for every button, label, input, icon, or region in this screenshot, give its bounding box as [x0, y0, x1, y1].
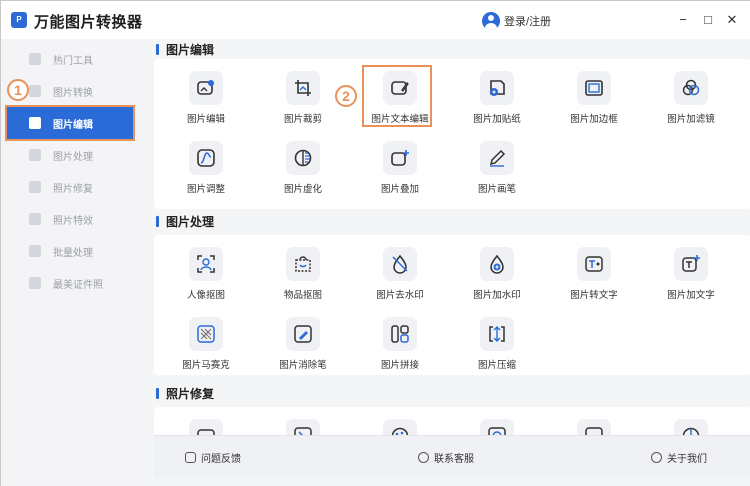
tool-portrait-cutout[interactable]: 人像抠图 — [161, 239, 251, 301]
tool-image-adjust[interactable]: 图片调整 — [161, 133, 251, 195]
object-cutout-icon — [295, 256, 311, 272]
tool-image-overlay[interactable]: 图片叠加 — [355, 133, 445, 195]
login-button[interactable]: 登录/注册 — [482, 11, 551, 31]
tool-image-sticker[interactable]: 图片加贴纸 — [452, 63, 542, 125]
tool-image-to-text[interactable]: 图片转文字 — [549, 239, 639, 301]
tool-add-watermark[interactable]: 图片加水印 — [452, 239, 542, 301]
tool-image-brush[interactable]: 图片画笔 — [452, 133, 542, 195]
info-icon — [651, 452, 662, 463]
tool-image-filter[interactable]: 图片加滤镜 — [646, 63, 736, 125]
sidebar-item-label: 热门工具 — [53, 55, 93, 67]
crop-icon — [295, 80, 311, 96]
maximize-button[interactable]: □ — [699, 11, 717, 29]
remove-watermark-icon — [392, 254, 408, 274]
sidebar-item-process[interactable]: 图片处理 — [7, 139, 134, 171]
contact-support-link[interactable]: 联系客服 — [418, 450, 474, 465]
tool-eraser[interactable]: 图片消除笔 — [258, 309, 348, 371]
chat-icon — [418, 452, 429, 463]
brush-icon — [489, 149, 506, 167]
tool-mosaic[interactable]: 图片马赛克 — [161, 309, 251, 371]
portrait-cutout-icon — [197, 255, 215, 273]
sidebar-item-repair[interactable]: 照片修复 — [7, 171, 134, 203]
login-label: 登录/注册 — [504, 16, 552, 28]
convert-icon — [29, 85, 41, 97]
batch-icon — [29, 245, 41, 257]
filter-icon — [682, 79, 700, 96]
sidebar-item-label: 批量处理 — [53, 247, 93, 259]
tool-add-text[interactable]: 图片加文字 — [646, 239, 736, 301]
tool-image-blur[interactable]: 图片虚化 — [258, 133, 348, 195]
tool-object-cutout[interactable]: 物品抠图 — [258, 239, 348, 301]
adjust-icon — [197, 149, 215, 167]
repair-icon — [29, 181, 41, 193]
image-edit-icon — [197, 80, 214, 95]
section-title-edit: 图片编辑 — [156, 41, 214, 58]
overlay-icon — [391, 150, 409, 166]
app-title: 万能图片转换器 — [34, 14, 143, 31]
footer-bar: 问题反馈 联系客服 关于我们 — [154, 435, 750, 477]
tool-remove-watermark[interactable]: 图片去水印 — [355, 239, 445, 301]
eraser-icon — [294, 325, 312, 343]
compress-icon — [489, 326, 505, 342]
user-avatar-icon — [482, 12, 500, 30]
sidebar-item-label: 最美证件照 — [53, 279, 103, 291]
sidebar-item-id-photo[interactable]: 最美证件照 — [7, 267, 134, 299]
app-window: P 万能图片转换器 登录/注册 − □ ✕ 热门工具 图片转换 图片编辑 图片处… — [0, 0, 750, 486]
process-tools-card: 人像抠图 物品抠图 图片去水印 图片加水印 图片转文字 图片加文字 图片马赛克 … — [154, 235, 750, 375]
main-panel: 图片编辑 图片编辑 图片裁剪 图片文本编辑 图片加贴纸 图片加边框 图片加滤镜 … — [142, 39, 750, 486]
tool-image-edit[interactable]: 图片编辑 — [161, 63, 251, 125]
border-icon — [585, 80, 603, 96]
sidebar-item-effects[interactable]: 照片特效 — [7, 203, 134, 235]
fire-icon — [29, 53, 41, 65]
stitch-icon — [391, 325, 409, 343]
edit-tools-card: 图片编辑 图片裁剪 图片文本编辑 图片加贴纸 图片加边框 图片加滤镜 图片调整 … — [154, 59, 750, 209]
add-text-icon — [682, 255, 700, 272]
sidebar-item-label: 图片处理 — [53, 151, 93, 163]
add-watermark-icon — [490, 254, 504, 274]
tool-image-compress[interactable]: 图片压缩 — [452, 309, 542, 371]
effect-icon — [29, 213, 41, 225]
mosaic-icon — [197, 325, 215, 343]
tool-image-border[interactable]: 图片加边框 — [549, 63, 639, 125]
section-title-process: 图片处理 — [156, 213, 214, 230]
image-to-text-icon — [585, 256, 603, 272]
section-title-repair: 照片修复 — [156, 385, 214, 402]
sticker-icon — [490, 80, 505, 96]
sidebar-item-label: 照片特效 — [53, 215, 93, 227]
tool-image-stitch[interactable]: 图片拼接 — [355, 309, 445, 371]
sidebar-item-label: 照片修复 — [53, 183, 93, 195]
idphoto-icon — [29, 277, 41, 289]
title-bar: P 万能图片转换器 登录/注册 − □ ✕ — [1, 1, 750, 39]
feedback-icon — [185, 452, 196, 463]
annotation-box-sidebar — [5, 105, 135, 141]
about-us-link[interactable]: 关于我们 — [651, 450, 707, 465]
app-logo-icon: P — [11, 12, 27, 28]
sidebar-item-batch[interactable]: 批量处理 — [7, 235, 134, 267]
feedback-link[interactable]: 问题反馈 — [185, 450, 241, 465]
annotation-badge-2: 2 — [335, 85, 357, 107]
process-icon — [29, 149, 41, 161]
annotation-badge-1: 1 — [7, 79, 29, 101]
sidebar-item-label: 图片转换 — [53, 87, 93, 99]
sidebar-item-hot-tools[interactable]: 热门工具 — [7, 43, 134, 75]
minimize-button[interactable]: − — [674, 11, 692, 29]
close-button[interactable]: ✕ — [723, 11, 741, 29]
blur-icon — [294, 149, 312, 167]
annotation-box-tool — [362, 65, 432, 127]
